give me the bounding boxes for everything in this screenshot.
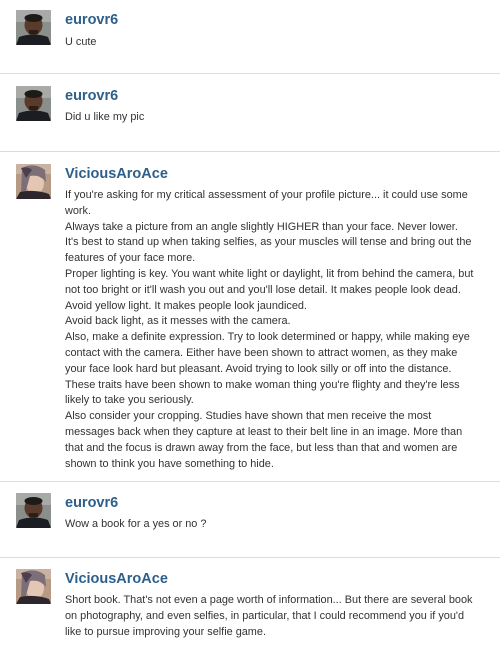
message-line: Short book. That's not even a page worth… (65, 594, 473, 606)
message-body: If you're asking for my critical assessm… (65, 188, 485, 472)
viciousaroace-avatar[interactable] (16, 164, 51, 199)
eurovr6-avatar[interactable] (16, 493, 51, 528)
message-thread: eurovr6 U cute eurovr6 Did u like my pic… (0, 0, 500, 646)
message-line: Always take a picture from an angle slig… (65, 220, 458, 233)
message-line: Proper lighting is key. You want white l… (65, 267, 474, 280)
message-line: that and the focus is drawn away from th… (65, 441, 458, 454)
message-body: U cute (65, 35, 485, 51)
message-line: your face look hard but pleasant. Avoid … (65, 362, 452, 375)
message-line: If you're asking for my critical assessm… (65, 189, 468, 201)
message-line: Also consider your cropping. Studies hav… (65, 410, 432, 423)
avatar-image (16, 569, 51, 604)
message-line: Avoid back light, as it messes with the … (65, 315, 291, 328)
message-body: Short book. That's not even a page worth… (65, 593, 485, 640)
eurovr6-avatar[interactable] (16, 86, 51, 121)
eurovr6-avatar[interactable] (16, 10, 51, 45)
message-line: shown to think you have something to hid… (65, 457, 274, 470)
message-author[interactable]: eurovr6 (65, 494, 118, 512)
message-line: not too bright or it'll wash you out and… (65, 283, 461, 296)
message-line: It's best to stand up when taking selfie… (65, 236, 472, 249)
divider (0, 151, 500, 152)
message-line: like to pursue improving your selfie gam… (65, 625, 266, 638)
viciousaroace-avatar[interactable] (16, 569, 51, 604)
message-body: Did u like my pic (65, 110, 485, 126)
message-line: messages back when they capture at least… (65, 425, 463, 438)
message-line: Avoid yellow light. It makes people look… (65, 299, 307, 312)
divider (0, 481, 500, 482)
message-author[interactable]: ViciousAroAce (65, 570, 168, 588)
message-line: contact with the camera. Either have bee… (65, 346, 458, 359)
avatar-image (16, 493, 51, 528)
message-author[interactable]: eurovr6 (65, 11, 118, 29)
avatar-image (16, 10, 51, 45)
message-line: These traits have been shown to make wom… (65, 378, 460, 391)
avatar-image (16, 86, 51, 121)
avatar-image (16, 164, 51, 199)
message-line: U cute (65, 36, 97, 48)
message-line: on photography, and even selfies, in par… (65, 609, 465, 622)
message-author[interactable]: ViciousAroAce (65, 165, 168, 183)
message-author[interactable]: eurovr6 (65, 87, 118, 105)
message-line: likely to take you seriously. (65, 394, 194, 407)
divider (0, 557, 500, 558)
divider (0, 73, 500, 74)
message-line: features of your face more. (65, 252, 196, 265)
message-line: Did u like my pic (65, 111, 145, 123)
message-line: Wow a book for a yes or no ? (65, 518, 207, 530)
message-body: Wow a book for a yes or no ? (65, 517, 485, 533)
message-line: Also, make a definite expression. Try to… (65, 331, 470, 344)
message-line: work. (65, 204, 92, 217)
